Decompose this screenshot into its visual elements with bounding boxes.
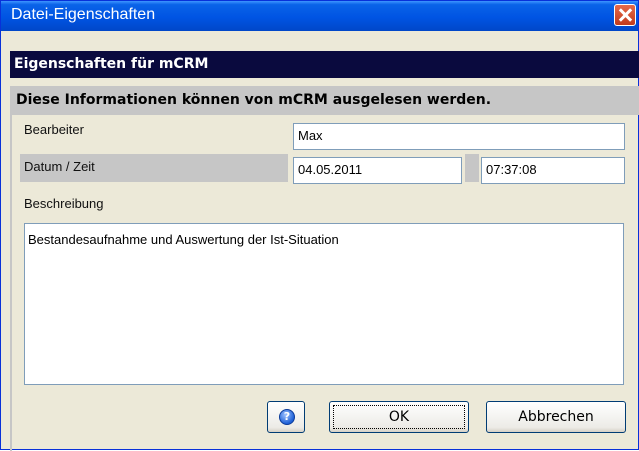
cancel-button-label: Abbrechen: [518, 409, 594, 425]
date-field[interactable]: 04.05.2011: [293, 157, 462, 184]
bearbeiter-field[interactable]: Max: [293, 123, 625, 150]
focus-rect: [333, 405, 465, 429]
datum-zeit-label: Datum / Zeit: [20, 154, 288, 182]
help-button[interactable]: ?: [267, 401, 305, 433]
help-icon: ?: [279, 409, 295, 425]
file-properties-dialog: Datei-Eigenschaften Eigenschaften für mC…: [0, 0, 639, 451]
bearbeiter-label: Bearbeiter: [24, 122, 84, 137]
ok-button[interactable]: OK: [329, 401, 469, 433]
time-field[interactable]: 07:37:08: [481, 157, 625, 184]
cancel-button[interactable]: Abbrechen: [486, 401, 626, 433]
close-icon[interactable]: [614, 4, 636, 26]
date-time-spacer: [465, 154, 479, 182]
section-header: Eigenschaften für mCRM: [10, 51, 639, 78]
beschreibung-textarea[interactable]: Bestandesaufnahme und Auswertung der Ist…: [24, 223, 624, 385]
window-title: Datei-Eigenschaften: [11, 6, 156, 23]
beschreibung-label: Beschreibung: [24, 196, 104, 211]
title-bar[interactable]: Datei-Eigenschaften: [1, 1, 638, 31]
info-banner: Diese Informationen können von mCRM ausg…: [10, 86, 639, 115]
left-frame-divider: [10, 115, 12, 451]
